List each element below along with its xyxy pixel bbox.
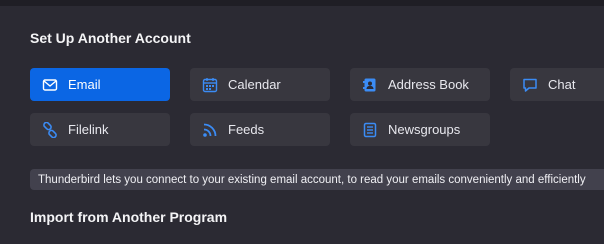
address-book-button[interactable]: Address Book	[350, 68, 490, 101]
chat-bubble-icon	[522, 77, 538, 93]
filelink-button[interactable]: Filelink	[30, 113, 170, 146]
address-book-button-label: Address Book	[388, 77, 469, 92]
feeds-button-label: Feeds	[228, 122, 265, 137]
email-tooltip: Thunderbird lets you connect to your exi…	[30, 169, 604, 190]
top-strip	[0, 0, 604, 6]
filelink-button-label: Filelink	[68, 122, 109, 137]
feeds-button[interactable]: Feeds	[190, 113, 330, 146]
calendar-icon	[202, 77, 218, 93]
link-icon	[42, 121, 58, 138]
envelope-icon	[42, 77, 58, 93]
newsgroups-icon	[362, 122, 378, 138]
chat-button-label: Chat	[548, 77, 576, 92]
setup-section-title: Set Up Another Account	[30, 30, 191, 46]
calendar-button[interactable]: Calendar	[190, 68, 330, 101]
address-book-icon	[362, 77, 378, 93]
chat-button[interactable]: Chat	[510, 68, 604, 101]
calendar-button-label: Calendar	[228, 77, 281, 92]
import-section-title: Import from Another Program	[30, 209, 228, 225]
account-hub-page: Set Up Another Account Email Calendar Ad…	[0, 0, 604, 244]
email-button[interactable]: Email	[30, 68, 170, 101]
rss-icon	[202, 122, 218, 138]
newsgroups-button-label: Newsgroups	[388, 122, 461, 137]
newsgroups-button[interactable]: Newsgroups	[350, 113, 490, 146]
email-button-label: Email	[68, 77, 101, 92]
